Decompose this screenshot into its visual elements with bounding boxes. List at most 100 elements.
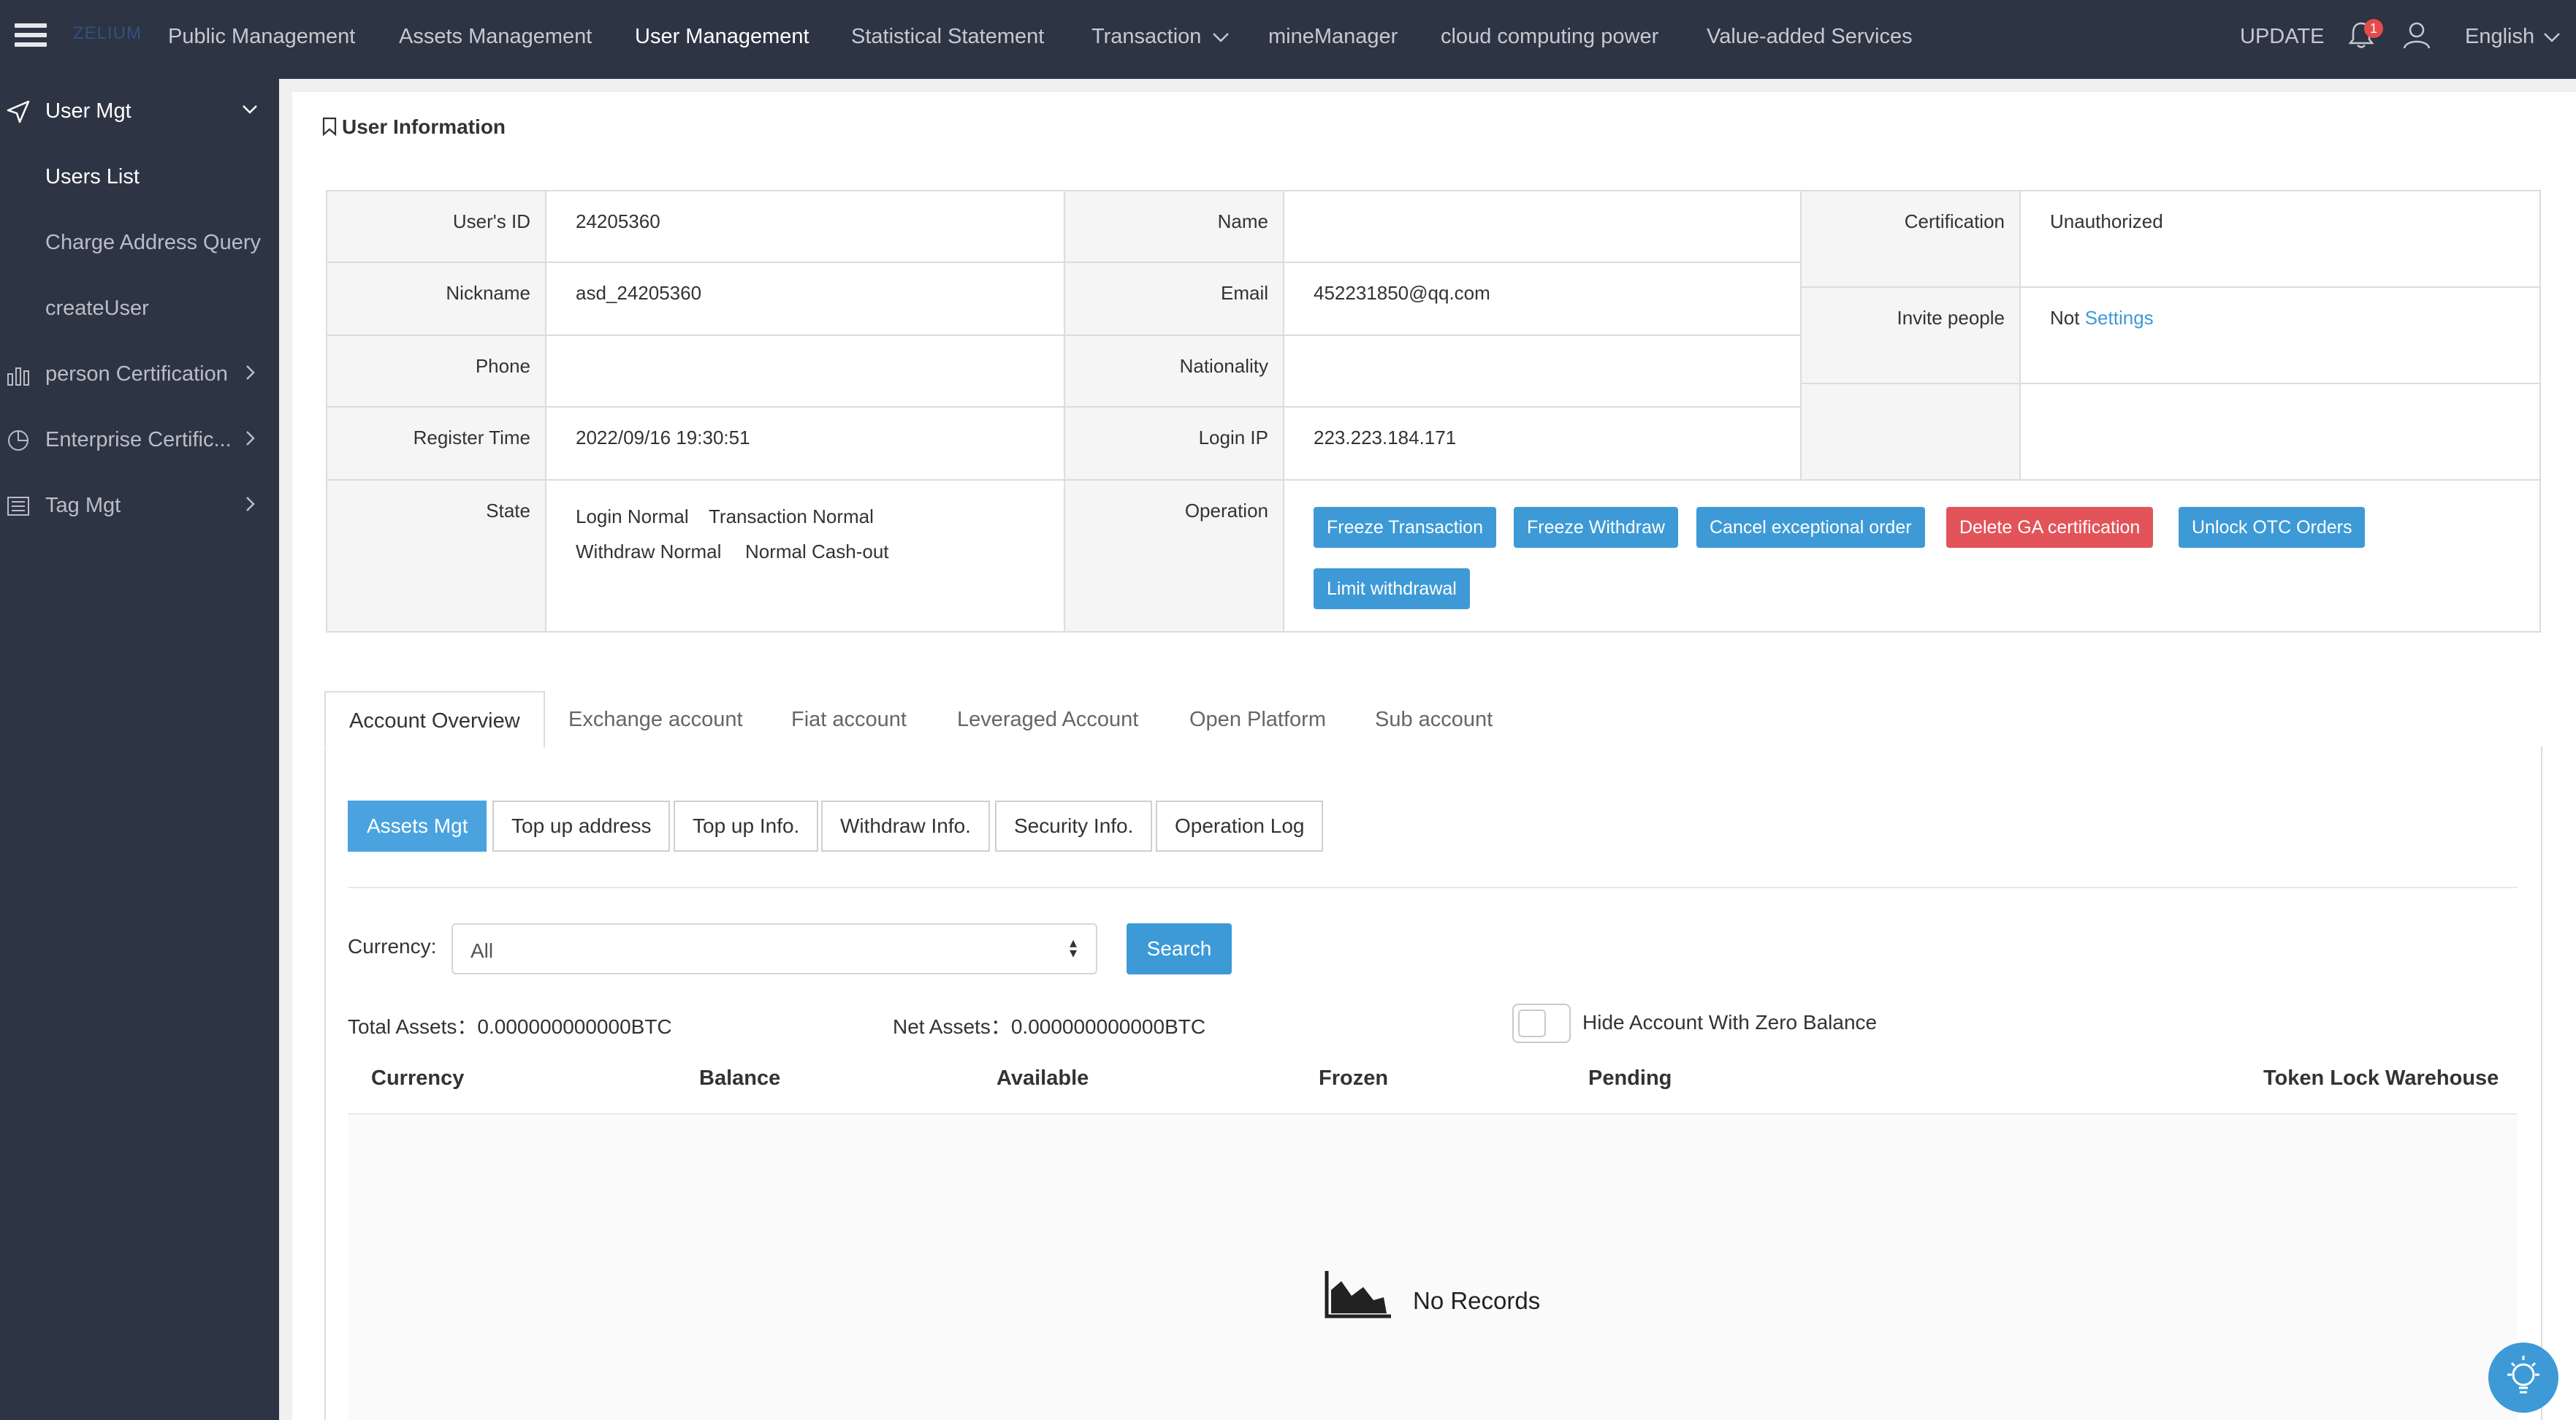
user-profile-icon[interactable] (2402, 20, 2431, 50)
subtab-top-up-info[interactable]: Top up Info. (674, 801, 819, 852)
delete-ga-certification-button[interactable]: Delete GA certification (1946, 507, 2154, 548)
sidebar-item-users-list[interactable]: Users List (0, 145, 279, 210)
search-button[interactable]: Search (1127, 923, 1232, 974)
column-pending: Pending (1588, 1066, 1672, 1090)
nav-transaction[interactable]: Transaction (1091, 25, 1230, 49)
subtab-assets-mgt[interactable]: Assets Mgt (348, 801, 487, 852)
empty-state-text: No Records (1413, 1287, 1541, 1314)
freeze-withdraw-button[interactable]: Freeze Withdraw (1514, 507, 1678, 548)
tab-open-platform[interactable]: Open Platform (1189, 691, 1326, 748)
field-label: State (486, 500, 530, 522)
cancel-exceptional-order-button[interactable]: Cancel exceptional order (1696, 507, 1925, 548)
phone-label-cell: Phone (326, 335, 546, 408)
nav-cloud-computing-power[interactable]: cloud computing power (1441, 25, 1658, 49)
hide-zero-balance-label: Hide Account With Zero Balance (1582, 1011, 1878, 1034)
chevron-right-icon (246, 497, 255, 511)
field-label: Name (1217, 210, 1268, 232)
sidebar-group-person-cert[interactable]: person Certification (0, 342, 279, 408)
menu-toggle-icon[interactable] (15, 23, 47, 53)
subtab-top-up-address[interactable]: Top up address (492, 801, 671, 852)
tab-fiat-account[interactable]: Fiat account (791, 691, 907, 748)
field-label: Invite people (1897, 307, 2005, 329)
login-ip-value-cell: 223.223.184.171 (1283, 406, 1802, 481)
login-ip-label-cell: Login IP (1064, 406, 1284, 481)
subtab-withdraw-info[interactable]: Withdraw Info. (821, 801, 990, 852)
user-id-value-cell: 24205360 (545, 190, 1065, 263)
language-label: English (2465, 25, 2535, 48)
select-arrows-icon: ▴ ▾ (1069, 935, 1077, 961)
column-balance: Balance (699, 1066, 781, 1090)
nickname-label-cell: Nickname (326, 262, 546, 336)
sidebar-item-charge-address[interactable]: Charge Address Query (0, 210, 279, 276)
empty-label-cell (1800, 383, 2021, 481)
tab-leveraged-account[interactable]: Leveraged Account (957, 691, 1138, 748)
login-ip-value: 223.223.184.171 (1314, 427, 1457, 448)
total-assets: Total Assets：0.000000000000BTC (348, 1011, 672, 1040)
book-icon (7, 497, 29, 516)
sidebar-group-label: Enterprise Certific... (45, 428, 232, 451)
nav-assets-management[interactable]: Assets Management (399, 25, 592, 49)
divider (348, 887, 2518, 888)
nav-value-added-services[interactable]: Value-added Services (1707, 25, 1913, 49)
net-assets-label: Net Assets： (893, 1015, 1011, 1038)
certification-value: Unauthorized (2050, 210, 2163, 232)
nav-statistical-statement[interactable]: Statistical Statement (851, 25, 1044, 49)
invite-settings-link[interactable]: Settings (2085, 307, 2154, 329)
field-label: Phone (475, 355, 530, 377)
update-button[interactable]: UPDATE (2240, 25, 2324, 49)
state-transaction-normal[interactable]: Transaction Normal (709, 505, 874, 528)
nav-minemanager[interactable]: mineManager (1268, 25, 1398, 49)
notification-bell[interactable]: 1 (2348, 19, 2383, 50)
state-withdraw-normal[interactable]: Withdraw Normal (576, 541, 721, 563)
sidebar-group-enterprise-cert[interactable]: Enterprise Certific... (0, 408, 279, 473)
nav-transaction-label: Transaction (1091, 25, 1202, 48)
column-currency: Currency (371, 1066, 465, 1090)
chevron-down-icon (243, 105, 257, 114)
chevron-right-icon (246, 431, 255, 446)
nav-user-management[interactable]: User Management (635, 25, 809, 49)
sidebar-group-label: Tag Mgt (45, 494, 121, 517)
field-label: Nickname (446, 282, 530, 304)
tab-sub-account[interactable]: Sub account (1375, 691, 1493, 748)
tab-account-overview[interactable]: Account Overview (324, 691, 545, 748)
certification-label-cell: Certification (1800, 190, 2021, 288)
table-body (348, 1115, 2518, 1420)
unlock-otc-orders-button[interactable]: Unlock OTC Orders (2179, 507, 2366, 548)
sidebar-item-label: createUser (45, 297, 149, 320)
sidebar-item-create-user[interactable]: createUser (0, 276, 279, 342)
register-value-cell: 2022/09/16 19:30:51 (545, 406, 1065, 481)
sidebar-item-label: Charge Address Query (45, 231, 261, 254)
column-token-lock-warehouse: Token Lock Warehouse (2263, 1066, 2499, 1090)
sidebar-group-tag-mgt[interactable]: Tag Mgt (0, 473, 279, 539)
register-time-value: 2022/09/16 19:30:51 (576, 427, 750, 448)
state-value-cell: Login Normal Transaction Normal Withdraw… (545, 479, 1065, 633)
state-label-cell: State (326, 479, 546, 633)
email-value: 452231850@qq.com (1314, 282, 1490, 304)
freeze-transaction-button[interactable]: Freeze Transaction (1314, 507, 1496, 548)
field-label: Email (1220, 282, 1268, 304)
help-fab[interactable] (2488, 1343, 2558, 1413)
language-selector[interactable]: English (2465, 25, 2561, 49)
nav-public-management[interactable]: Public Management (168, 25, 355, 49)
state-login-normal[interactable]: Login Normal (576, 505, 689, 528)
column-frozen: Frozen (1319, 1066, 1389, 1090)
sidebar-group-user-mgt[interactable]: User Mgt (0, 79, 279, 145)
total-assets-value: 0.000000000000BTC (477, 1015, 672, 1038)
subtab-operation-log[interactable]: Operation Log (1156, 801, 1324, 852)
invite-label-cell: Invite people (1800, 286, 2021, 384)
total-assets-label: Total Assets： (348, 1015, 478, 1038)
subtab-security-info[interactable]: Security Info. (995, 801, 1153, 852)
nickname-value: asd_24205360 (576, 282, 702, 304)
state-cash-out-normal[interactable]: Normal Cash-out (745, 541, 889, 563)
net-assets-value: 0.000000000000BTC (1010, 1015, 1206, 1038)
certification-value-cell: Unauthorized (2019, 190, 2541, 288)
invite-not: Not (2050, 307, 2080, 329)
currency-select[interactable]: All ▴ ▾ (451, 923, 1097, 974)
limit-withdrawal-button[interactable]: Limit withdrawal (1314, 568, 1470, 609)
hide-zero-balance-toggle[interactable] (1512, 1004, 1571, 1043)
tab-exchange-account[interactable]: Exchange account (568, 691, 743, 748)
page-title: User Information (342, 115, 506, 138)
lightbulb-icon (2507, 1356, 2539, 1394)
invite-value: Not Settings (2050, 307, 2154, 329)
nationality-value-cell (1283, 335, 1802, 408)
